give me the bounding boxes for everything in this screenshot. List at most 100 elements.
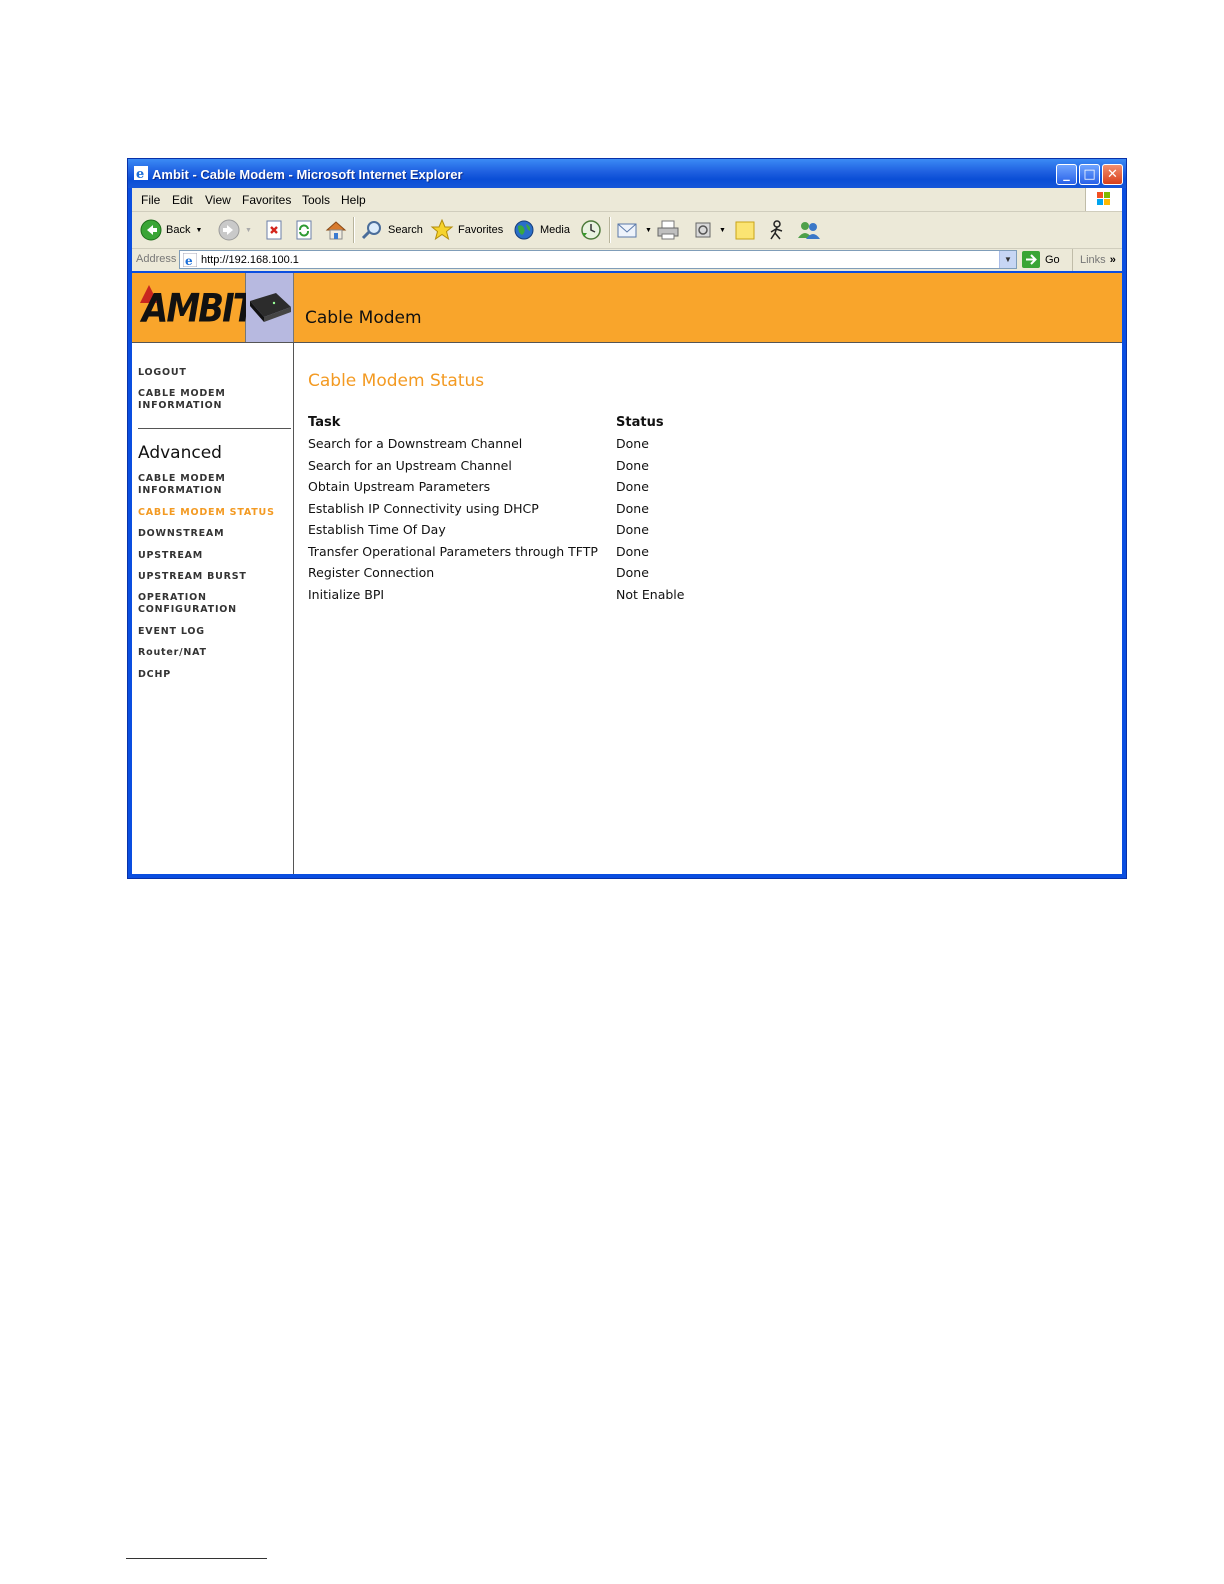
- go-arrow-icon: [1022, 251, 1040, 268]
- history-button[interactable]: [579, 219, 603, 241]
- media-button[interactable]: Media: [512, 219, 570, 241]
- home-icon: [325, 221, 347, 240]
- menu-file[interactable]: File: [141, 193, 160, 207]
- nav-downstream[interactable]: DOWNSTREAM: [138, 528, 288, 540]
- search-icon: [361, 221, 381, 240]
- sidebar: LOGOUT CABLE MODEM INFORMATION Advanced …: [132, 343, 294, 874]
- mail-dropdown-icon[interactable]: ▼: [645, 227, 652, 234]
- nav-cable-modem-status[interactable]: CABLE MODEM STATUS: [138, 507, 288, 519]
- close-button[interactable]: ✕: [1102, 164, 1123, 185]
- mail-button[interactable]: ▼: [616, 219, 652, 241]
- favorites-star-icon: [430, 219, 454, 241]
- browser-window: e Ambit - Cable Modem - Microsoft Intern…: [127, 158, 1127, 879]
- favorites-button[interactable]: Favorites: [430, 219, 503, 241]
- back-label: Back: [166, 224, 191, 236]
- edit-button[interactable]: ▼: [692, 219, 726, 241]
- table-row: Establish Time Of Day Done: [308, 519, 684, 541]
- nav-operation-configuration[interactable]: OPERATION CONFIGURATION: [138, 592, 238, 616]
- nav-cable-modem-information-basic[interactable]: CABLE MODEM INFORMATION: [138, 388, 288, 412]
- windows-flag-icon: [1085, 188, 1122, 211]
- modem-image: [246, 273, 294, 342]
- history-clock-icon: [581, 220, 601, 240]
- nav-cable-modem-information[interactable]: CABLE MODEM INFORMATION: [138, 473, 288, 497]
- window-title: Ambit - Cable Modem - Microsoft Internet…: [152, 167, 463, 182]
- cable-modem-device-icon: [250, 293, 291, 322]
- forward-button[interactable]: ▼: [218, 219, 252, 241]
- task-cell: Establish IP Connectivity using DHCP: [308, 500, 539, 516]
- nav-upstream-burst[interactable]: UPSTREAM BURST: [138, 571, 288, 583]
- menu-help[interactable]: Help: [341, 193, 366, 207]
- discuss-button[interactable]: [733, 219, 757, 241]
- address-input[interactable]: e http://192.168.100.1 ▼: [179, 250, 1017, 269]
- refresh-button[interactable]: [294, 219, 314, 241]
- refresh-icon: [296, 220, 312, 240]
- status-cell: Done: [616, 500, 649, 516]
- messenger-person-icon: [770, 220, 783, 240]
- svg-text:e: e: [185, 254, 193, 267]
- nav-dchp[interactable]: DCHP: [138, 669, 288, 681]
- sidebar-divider: [138, 428, 291, 429]
- search-label: Search: [388, 224, 423, 236]
- favorites-label: Favorites: [458, 224, 504, 236]
- standard-toolbar: Back ▼ ▼ Search Favorites Media ▼ ▼: [132, 212, 1122, 249]
- footnote-rule: [126, 1558, 267, 1559]
- media-globe-icon: [514, 220, 534, 240]
- links-toolbar[interactable]: Links »: [1072, 249, 1116, 271]
- task-cell: Obtain Upstream Parameters: [308, 479, 491, 495]
- stop-button[interactable]: [264, 219, 284, 241]
- address-dropdown-icon[interactable]: ▼: [999, 251, 1016, 268]
- task-cell: Initialize BPI: [308, 586, 385, 602]
- go-label: Go: [1045, 253, 1060, 266]
- contacts-button[interactable]: [796, 219, 822, 241]
- media-label: Media: [540, 224, 570, 236]
- edit-page-icon: [695, 222, 711, 238]
- task-cell: Search for a Downstream Channel: [308, 436, 523, 452]
- menu-view[interactable]: View: [205, 193, 231, 207]
- table-row: Transfer Operational Parameters through …: [308, 541, 684, 563]
- home-button[interactable]: [324, 219, 348, 241]
- table-row: Obtain Upstream Parameters Done: [308, 476, 684, 498]
- ie-icon: e: [134, 166, 148, 180]
- page-header: AMBIT Cable Modem: [132, 273, 1122, 343]
- column-header-task: Task: [308, 414, 341, 430]
- table-row: Register Connection Done: [308, 562, 684, 584]
- forward-dropdown-icon[interactable]: ▼: [245, 227, 252, 234]
- table-row: Establish IP Connectivity using DHCP Done: [308, 498, 684, 520]
- nav-router-nat[interactable]: Router/NAT: [138, 647, 288, 659]
- page-title: Cable Modem Status: [308, 371, 485, 391]
- browser-chrome: File Edit View Favorites Tools Help Back…: [132, 188, 1122, 271]
- status-cell: Not Enable: [616, 586, 685, 602]
- header-title: Cable Modem: [305, 308, 422, 328]
- print-button[interactable]: [655, 219, 681, 241]
- search-button[interactable]: Search: [360, 219, 423, 241]
- forward-arrow-icon: [218, 219, 240, 241]
- minimize-button[interactable]: _: [1056, 164, 1077, 185]
- sidebar-section-advanced: Advanced: [138, 443, 222, 463]
- logo: AMBIT: [132, 273, 256, 342]
- status-cell: Done: [616, 457, 649, 473]
- edit-dropdown-icon[interactable]: ▼: [719, 227, 726, 234]
- menu-tools[interactable]: Tools: [302, 193, 330, 207]
- address-bar: Address e http://192.168.100.1 ▼ Go Link…: [132, 249, 1122, 271]
- logo-text: AMBIT: [142, 286, 256, 332]
- address-url: http://192.168.100.1: [201, 254, 299, 266]
- task-cell: Establish Time Of Day: [308, 522, 446, 538]
- nav-logout[interactable]: LOGOUT: [138, 367, 288, 379]
- maximize-button[interactable]: □: [1079, 164, 1100, 185]
- main-content: Cable Modem Status Task Status Search fo…: [294, 343, 1122, 874]
- column-header-status: Status: [616, 414, 664, 430]
- task-cell: Register Connection: [308, 565, 435, 581]
- title-bar[interactable]: e Ambit - Cable Modem - Microsoft Intern…: [128, 159, 1126, 188]
- links-chevron-icon[interactable]: »: [1110, 254, 1116, 266]
- nav-upstream[interactable]: UPSTREAM: [138, 550, 288, 562]
- back-dropdown-icon[interactable]: ▼: [195, 227, 202, 234]
- go-button[interactable]: Go: [1022, 251, 1060, 268]
- menu-favorites[interactable]: Favorites: [242, 193, 291, 207]
- page-viewport: AMBIT Cable Modem LOGOUT CABLE MODEM INF…: [132, 273, 1122, 874]
- messenger-button[interactable]: [765, 219, 789, 241]
- nav-event-log[interactable]: EVENT LOG: [138, 626, 288, 638]
- menu-edit[interactable]: Edit: [172, 193, 193, 207]
- back-button[interactable]: Back ▼: [140, 219, 202, 241]
- back-arrow-icon: [140, 219, 162, 241]
- contacts-people-icon: [798, 222, 820, 239]
